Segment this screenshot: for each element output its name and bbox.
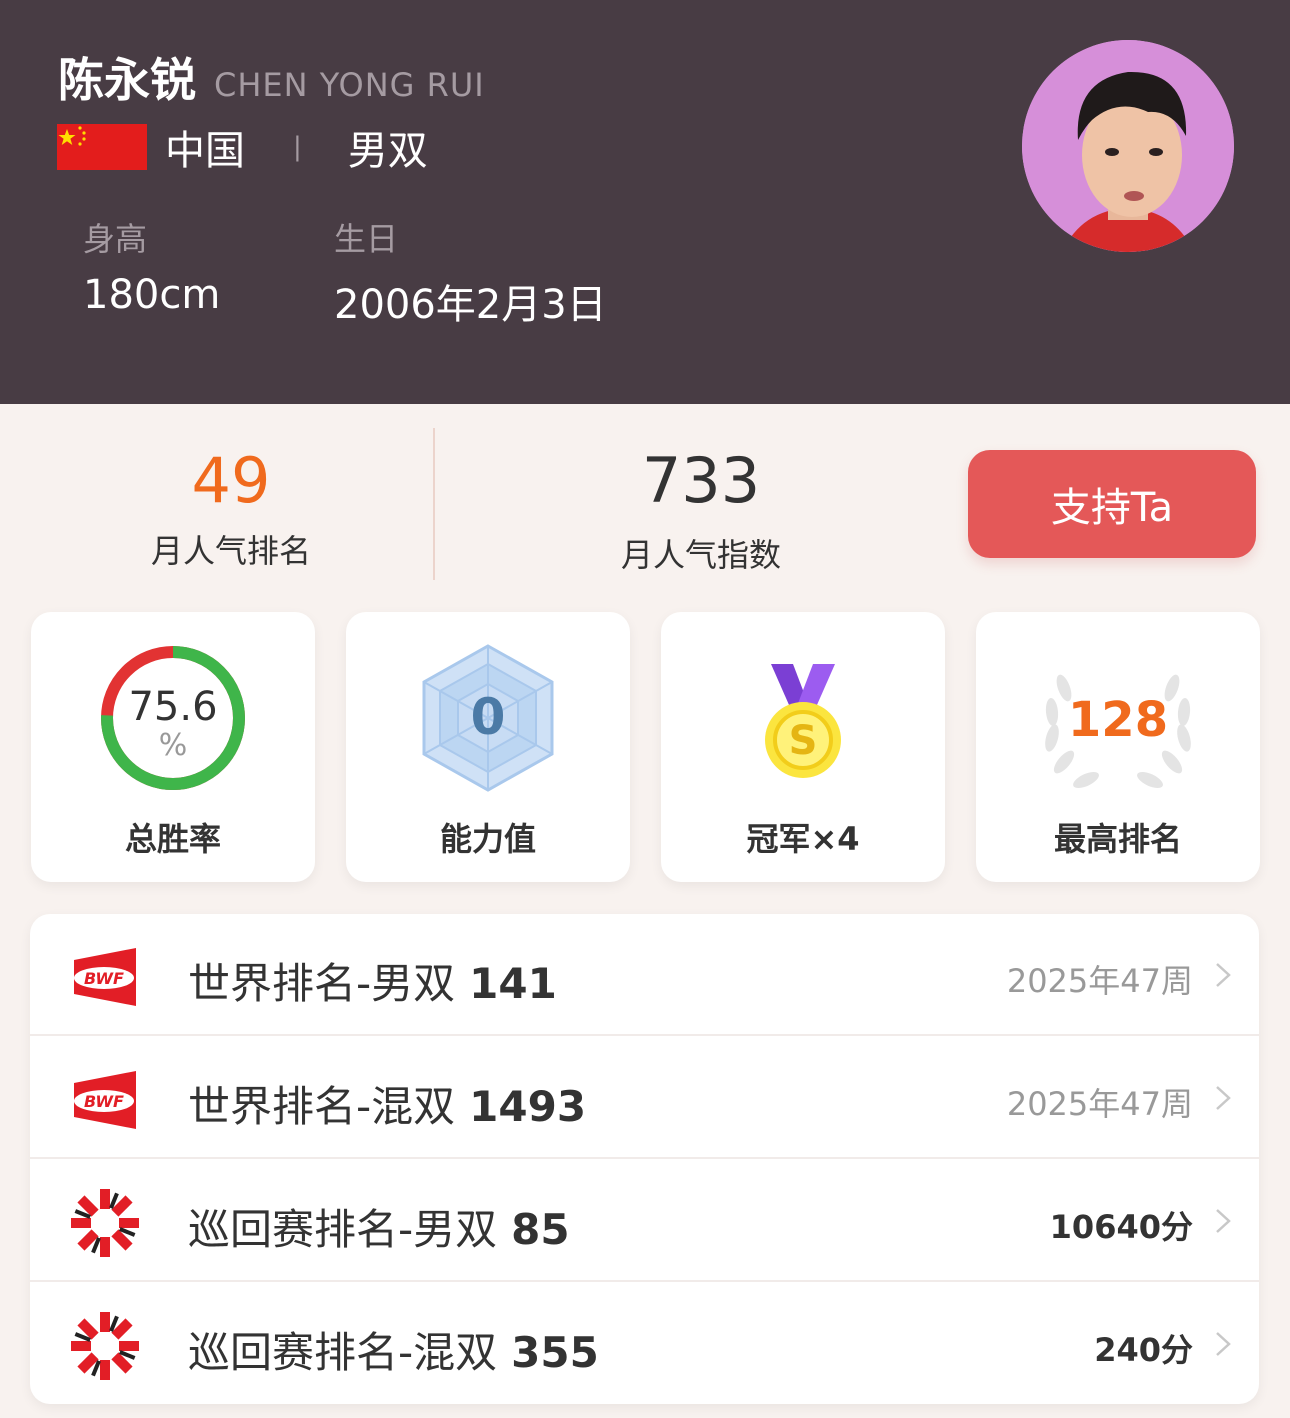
ranking-row-tour-xd[interactable]: 巡回赛排名-混双 355 240分 (30, 1283, 1259, 1404)
support-button[interactable]: 支持Ta (968, 450, 1256, 558)
player-header: 陈永锐 CHEN YONG RUI 中国 | 男双 身高 180cm 生日 20… (0, 0, 1290, 404)
bwf-logo: BWF (74, 1071, 136, 1129)
ability-label: 能力值 (439, 820, 536, 858)
medal-icon: S (765, 664, 841, 778)
ranking-title: 世界排名-男双 141 (188, 959, 557, 1008)
ranking-title: 巡回赛排名-男双 85 (188, 1205, 570, 1254)
chevron-right-icon (1216, 1209, 1231, 1233)
ranking-number: 85 (511, 1205, 570, 1254)
best-rank-value: 128 (1067, 692, 1169, 748)
ranking-week: 2025年47周 (1006, 962, 1193, 1000)
ranking-row-world-xd[interactable]: BWF 世界排名-混双 1493 2025年47周 (30, 1037, 1259, 1159)
popularity-index-label: 月人气指数 (620, 536, 781, 574)
event-label: 男双 (347, 128, 428, 174)
best-rank-label: 最高排名 (1053, 820, 1182, 858)
medal-letter: S (789, 718, 818, 764)
popularity-rank-label: 月人气排名 (150, 532, 311, 570)
meta-separator: | (293, 132, 302, 162)
champion-card[interactable]: S 冠军×4 (661, 612, 945, 882)
ranking-row-world-md[interactable]: BWF 世界排名-男双 141 2025年47周 (30, 914, 1259, 1036)
ranking-title: 巡回赛排名-混双 355 (188, 1328, 599, 1377)
chevron-right-icon (1216, 1332, 1231, 1356)
popularity-rank: 49 月人气排名 (100, 450, 362, 572)
ranking-week: 2025年47周 (1006, 1085, 1193, 1123)
win-rate-label: 总胜率 (124, 820, 221, 858)
ranking-number: 355 (511, 1328, 599, 1377)
height-value: 180cm (83, 272, 221, 318)
rankings-list: BWF 世界排名-男双 141 2025年47周 BWF 世界排名-混双 1493 … (30, 914, 1259, 1404)
player-name-cn: 陈永锐 (58, 53, 196, 107)
tour-logo (71, 1189, 139, 1257)
win-rate-card[interactable]: 75.6 % 总胜率 (31, 612, 315, 882)
birthday-label: 生日 (334, 220, 399, 258)
svg-text:BWF: BWF (84, 1092, 124, 1111)
svg-text:BWF: BWF (84, 969, 124, 988)
tour-logo (71, 1312, 139, 1380)
birthday-value: 2006年2月3日 (334, 282, 607, 328)
popularity-rank-value: 49 (191, 444, 271, 517)
ability-value: 0 (470, 688, 506, 746)
ranking-points: 10640分 (1049, 1208, 1193, 1246)
popularity-divider (433, 428, 435, 580)
best-rank-card[interactable]: 128 最高排名 (976, 612, 1260, 882)
bwf-logo: BWF (74, 948, 136, 1006)
ranking-title: 世界排名-混双 1493 (188, 1082, 587, 1131)
popularity-index: 733 月人气指数 (570, 450, 832, 576)
popularity-index-value: 733 (641, 444, 761, 517)
player-name-en: CHEN YONG RUI (214, 66, 485, 104)
country-label: 中国 (165, 128, 245, 174)
name-row: 陈永锐 CHEN YONG RUI (58, 44, 485, 110)
win-rate-value: 75.6 (128, 684, 218, 730)
height-label: 身高 (83, 220, 148, 258)
chevron-right-icon (1216, 1086, 1231, 1110)
avatar-photo (1022, 40, 1234, 252)
ranking-number: 141 (469, 959, 557, 1008)
ability-card[interactable]: 0 能力值 (346, 612, 630, 882)
champion-label: 冠军×4 (746, 820, 860, 858)
ranking-points: 240分 (1094, 1331, 1193, 1369)
meta-row: 中国 | 男双 (57, 118, 428, 176)
ranking-number: 1493 (469, 1082, 587, 1131)
chevron-right-icon (1216, 963, 1231, 987)
ranking-row-tour-md[interactable]: 巡回赛排名-男双 85 10640分 (30, 1160, 1259, 1282)
win-rate-unit: % (158, 728, 188, 763)
china-flag-icon (57, 124, 147, 170)
